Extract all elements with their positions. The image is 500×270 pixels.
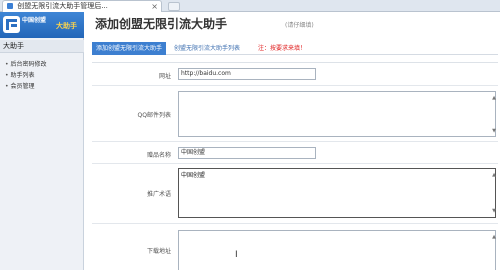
tab-bar: 添加创盟无限引流大助手 创盟无限引流大助手列表 注：按要求来填！ bbox=[92, 42, 498, 55]
close-icon[interactable]: × bbox=[151, 1, 158, 12]
qq-list-label: QQ邮件列表 bbox=[137, 112, 171, 119]
text-cursor-icon: I bbox=[235, 250, 238, 260]
gift-name-input[interactable]: 中国创盟 bbox=[178, 147, 316, 159]
scroll-up-icon[interactable]: ▲ bbox=[492, 234, 496, 240]
download-url-label: 下载地址 bbox=[146, 248, 171, 255]
page-title: 添加创盟无限引流大助手 bbox=[95, 17, 228, 31]
logo-text: 中国创盟 bbox=[22, 17, 47, 24]
logo-banner: 中国创盟 大助手 bbox=[0, 12, 84, 38]
download-url-textarea[interactable] bbox=[178, 230, 496, 270]
favicon-icon bbox=[7, 3, 13, 9]
form-row-url: 网址 http://baidu.com bbox=[92, 63, 498, 86]
url-label: 网址 bbox=[158, 73, 171, 80]
tab-assistant-list[interactable]: 创盟无限引流大助手列表 bbox=[170, 42, 244, 55]
gift-name-label: 赠品名称 bbox=[146, 152, 171, 159]
form-row-download: 下载地址 ▲ bbox=[92, 224, 498, 270]
tab-add-assistant[interactable]: 添加创盟无限引流大助手 bbox=[92, 42, 166, 55]
sidebar-item-password[interactable]: • 后台密码修改 bbox=[5, 59, 47, 68]
app-window: 创盟无限引流大助手管理后... × 中国创盟 大助手 大助手 • 后台密码修改 •… bbox=[0, 0, 500, 270]
main-panel: 添加创盟无限引流大助手 (请仔细填) 添加创盟无限引流大助手 创盟无限引流大助手… bbox=[85, 12, 500, 270]
browser-tab[interactable]: 创盟无限引流大助手管理后... × bbox=[2, 0, 162, 12]
bullet-icon: • bbox=[5, 72, 9, 79]
qq-list-textarea[interactable] bbox=[178, 91, 496, 137]
url-input[interactable]: http://baidu.com bbox=[178, 68, 316, 80]
assistant-form: 网址 http://baidu.com QQ邮件列表 ▲ ▼ 赠品名称 中国创盟… bbox=[92, 62, 498, 270]
promo-text-label: 推广术语 bbox=[146, 191, 171, 198]
sidebar-item-assistants[interactable]: • 助手列表 bbox=[5, 70, 35, 79]
scroll-down-icon[interactable]: ▼ bbox=[492, 128, 496, 134]
promo-text-textarea[interactable]: 中国创盟 bbox=[178, 168, 496, 218]
bullet-icon: • bbox=[5, 61, 9, 68]
form-row-gift-name: 赠品名称 中国创盟 bbox=[92, 142, 498, 164]
scroll-up-icon[interactable]: ▲ bbox=[492, 172, 496, 178]
page-subtitle: (请仔细填) bbox=[285, 22, 314, 29]
logo-icon bbox=[3, 16, 20, 33]
bullet-icon: • bbox=[5, 83, 9, 90]
sidebar: 中国创盟 大助手 大助手 • 后台密码修改 • 助手列表 • 会员管理 bbox=[0, 12, 84, 270]
sidebar-item-label: 会员管理 bbox=[10, 83, 35, 90]
browser-tab-title: 创盟无限引流大助手管理后... bbox=[17, 2, 108, 10]
sidebar-item-members[interactable]: • 会员管理 bbox=[5, 81, 35, 90]
form-row-qq: QQ邮件列表 ▲ ▼ bbox=[92, 86, 498, 142]
browser-tab-strip: 创盟无限引流大助手管理后... × bbox=[0, 0, 500, 12]
logo-subtitle: 大助手 bbox=[56, 22, 77, 30]
scroll-up-icon[interactable]: ▲ bbox=[492, 95, 496, 101]
sidebar-item-label: 后台密码修改 bbox=[10, 61, 47, 68]
sidebar-item-label: 助手列表 bbox=[10, 72, 35, 79]
scroll-down-icon[interactable]: ▼ bbox=[492, 208, 496, 214]
new-tab-button[interactable] bbox=[168, 2, 180, 11]
sidebar-section-title: 大助手 bbox=[0, 40, 84, 53]
form-note: 注：按要求来填！ bbox=[258, 45, 307, 52]
form-row-promo: 推广术语 中国创盟 ▲ ▼ bbox=[92, 164, 498, 224]
